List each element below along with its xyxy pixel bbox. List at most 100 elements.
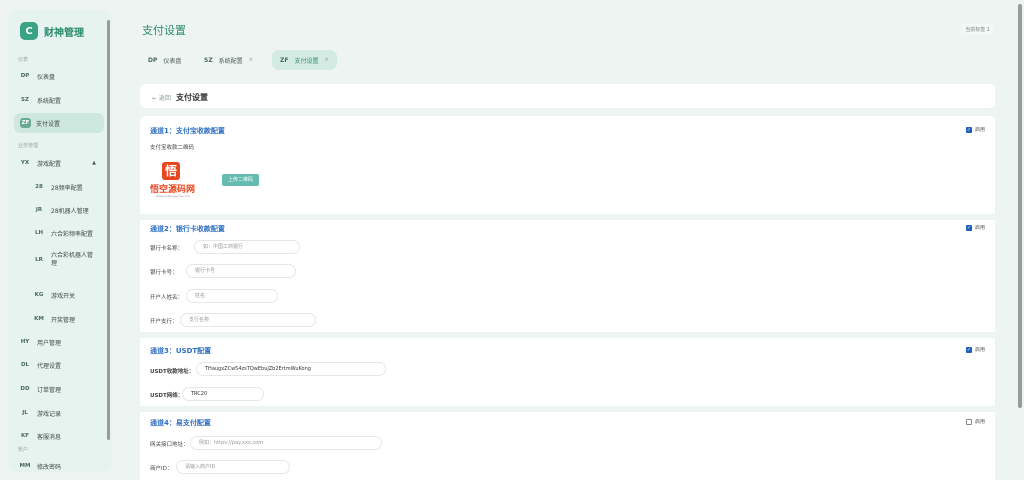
sidebar-section-home: 仪表: [18, 57, 29, 63]
sidebar-item-lhc-rate[interactable]: LH 六合彩频率配置: [28, 223, 104, 243]
nav-label: 代理设置: [37, 362, 62, 370]
usdt-network-select[interactable]: TRC20: [182, 387, 264, 401]
nav-code: MM: [19, 463, 31, 469]
sidebar-item-system-config[interactable]: SZ 系统配置: [14, 90, 104, 110]
nav-code: DL: [20, 362, 30, 368]
merchant-id-input[interactable]: 请输入商户ID: [176, 460, 290, 474]
nav-label: 六合彩机器人管理: [51, 252, 94, 267]
upload-qr-button[interactable]: 上传二维码: [222, 174, 260, 186]
sidebar-item-agent-settings[interactable]: DL 代理设置: [14, 355, 104, 375]
nav-code: 28: [35, 184, 43, 190]
sidebar-scrollbar[interactable]: [107, 20, 110, 440]
tab-label: 支付设置: [294, 57, 319, 65]
gateway-label: 网关接口地址：: [150, 442, 189, 448]
tab-label: 仪表盘: [163, 57, 182, 65]
sidebar-item-28-robot[interactable]: JR 28机器人管理: [28, 200, 104, 220]
nav-label: 仪表盘: [37, 73, 56, 81]
section-divider: [140, 214, 995, 220]
nav-label: 修改密码: [37, 463, 62, 471]
holder-name-input[interactable]: 姓名: [186, 289, 278, 303]
tab-dashboard[interactable]: DP 仪表盘: [140, 50, 189, 70]
sidebar-item-game-config[interactable]: YX 游戏配置 ▲: [14, 153, 104, 173]
channel3-enable[interactable]: ✓ 启用: [965, 346, 985, 353]
sidebar-item-change-password[interactable]: MM 修改密码: [14, 456, 104, 472]
enable-label: 启用: [974, 419, 985, 425]
usdt-network-label: USDT网络：: [150, 393, 184, 399]
section-divider: [140, 332, 995, 338]
breadcrumb: ← 返回 支付设置: [140, 84, 995, 108]
brand-logo: C: [20, 22, 38, 40]
qr-label: 支付宝收款二维码: [150, 145, 195, 151]
sidebar-item-payment-settings[interactable]: ZF 支付设置: [14, 113, 104, 133]
page-title: 支付设置: [142, 24, 186, 37]
sidebar: C 财神管理 仪表 DP 仪表盘 SZ 系统配置 ZF 支付设置 业务管理 YX…: [8, 10, 112, 472]
nav-code: JR: [35, 207, 43, 213]
checkbox-unchecked-icon[interactable]: [965, 418, 972, 425]
close-icon[interactable]: ×: [249, 57, 253, 63]
channel4-enable[interactable]: 启用: [965, 418, 985, 425]
checkbox-checked-icon[interactable]: ✓: [965, 126, 972, 133]
branch-label: 开户支行：: [150, 319, 178, 325]
qr-code-image: 悟 悟空源码网 www.wukongymw.com: [150, 160, 212, 206]
nav-label: 六合彩频率配置: [51, 230, 94, 238]
channel1-title: 通道1：支付宝收款配置: [150, 127, 225, 135]
channel2-enable[interactable]: ✓ 启用: [965, 224, 985, 231]
usdt-address-label: USDT收款地址：: [150, 369, 195, 375]
breadcrumb-title: 支付设置: [176, 93, 208, 102]
sidebar-item-order-management[interactable]: DD 订单管理: [14, 379, 104, 399]
nav-code: SZ: [21, 97, 29, 103]
back-link[interactable]: ← 返回: [152, 93, 171, 102]
sidebar-section-account: 账户: [18, 447, 29, 453]
sidebar-item-game-records[interactable]: JL 游戏记录: [14, 403, 104, 423]
nav-code: YX: [20, 160, 30, 166]
gateway-url-input[interactable]: 例如：https://pay.xxx.com: [190, 436, 382, 450]
sidebar-item-dashboard[interactable]: DP 仪表盘: [14, 66, 104, 86]
main-scrollbar[interactable]: [1018, 4, 1022, 408]
sidebar-item-user-management[interactable]: HY 用户管理: [14, 332, 104, 352]
brand-name: 财神管理: [44, 27, 84, 39]
nav-label: 系统配置: [37, 97, 62, 105]
sidebar-item-lhc-robot[interactable]: LR 六合彩机器人管理: [28, 246, 104, 274]
brand[interactable]: C 财神管理: [20, 22, 84, 40]
channel2-title: 通道2：银行卡收款配置: [150, 225, 225, 233]
nav-code: DD: [20, 386, 30, 392]
nav-code: DP: [20, 73, 30, 79]
logo-subtext: www.wukongymw.com: [156, 194, 190, 198]
tab-label: 系统配置: [218, 57, 243, 65]
channel3-title: 通道3：USDT配置: [150, 347, 212, 355]
holder-name-label: 开户人姓名：: [150, 295, 184, 301]
tab-code: DP: [148, 56, 158, 64]
tab-payment-settings[interactable]: ZF 支付设置 ×: [272, 50, 337, 70]
nav-code: LH: [34, 230, 44, 236]
nav-label: 28频率配置: [51, 184, 83, 192]
tab-system-config[interactable]: SZ 系统配置 ×: [196, 50, 261, 70]
sidebar-item-support-messages[interactable]: KF 客服消息: [14, 426, 104, 446]
nav-label: 游戏记录: [37, 410, 62, 418]
checkbox-checked-icon[interactable]: ✓: [965, 224, 972, 231]
nav-label: 游戏开关: [51, 292, 76, 300]
card-number-input[interactable]: 银行卡号: [186, 264, 296, 278]
bank-name-input[interactable]: 如：中国工商银行: [194, 240, 300, 254]
nav-label: 开奖管理: [51, 316, 76, 324]
close-icon[interactable]: ×: [324, 57, 328, 63]
chevron-up-icon: ▲: [92, 160, 96, 166]
header-chip: 当前标签 1: [961, 24, 994, 35]
nav-label: 游戏配置: [37, 160, 62, 168]
sidebar-item-game-switch[interactable]: KG 游戏开关: [28, 285, 104, 305]
bank-name-label: 银行卡名称：: [150, 246, 184, 252]
usdt-address-input[interactable]: THaugxZCw54zsTQwEbujZb2ErtmWuKong: [196, 362, 386, 376]
channel1-enable[interactable]: ✓ 启用: [965, 126, 985, 133]
logo-icon: 悟: [162, 162, 180, 180]
sidebar-item-28-rate[interactable]: 28 28频率配置: [28, 177, 104, 197]
sidebar-item-draw-management[interactable]: KM 开奖管理: [28, 309, 104, 329]
tab-code: SZ: [204, 56, 213, 64]
app-root: C 财神管理 仪表 DP 仪表盘 SZ 系统配置 ZF 支付设置 业务管理 YX…: [0, 0, 1024, 480]
nav-code: HY: [20, 339, 30, 345]
enable-label: 启用: [974, 225, 985, 231]
nav-code: KM: [34, 316, 44, 322]
nav-label: 订单管理: [37, 386, 62, 394]
branch-input[interactable]: 支行名称: [180, 313, 316, 327]
nav-label: 用户管理: [37, 339, 62, 347]
nav-code: KF: [20, 433, 30, 439]
checkbox-checked-icon[interactable]: ✓: [965, 346, 972, 353]
